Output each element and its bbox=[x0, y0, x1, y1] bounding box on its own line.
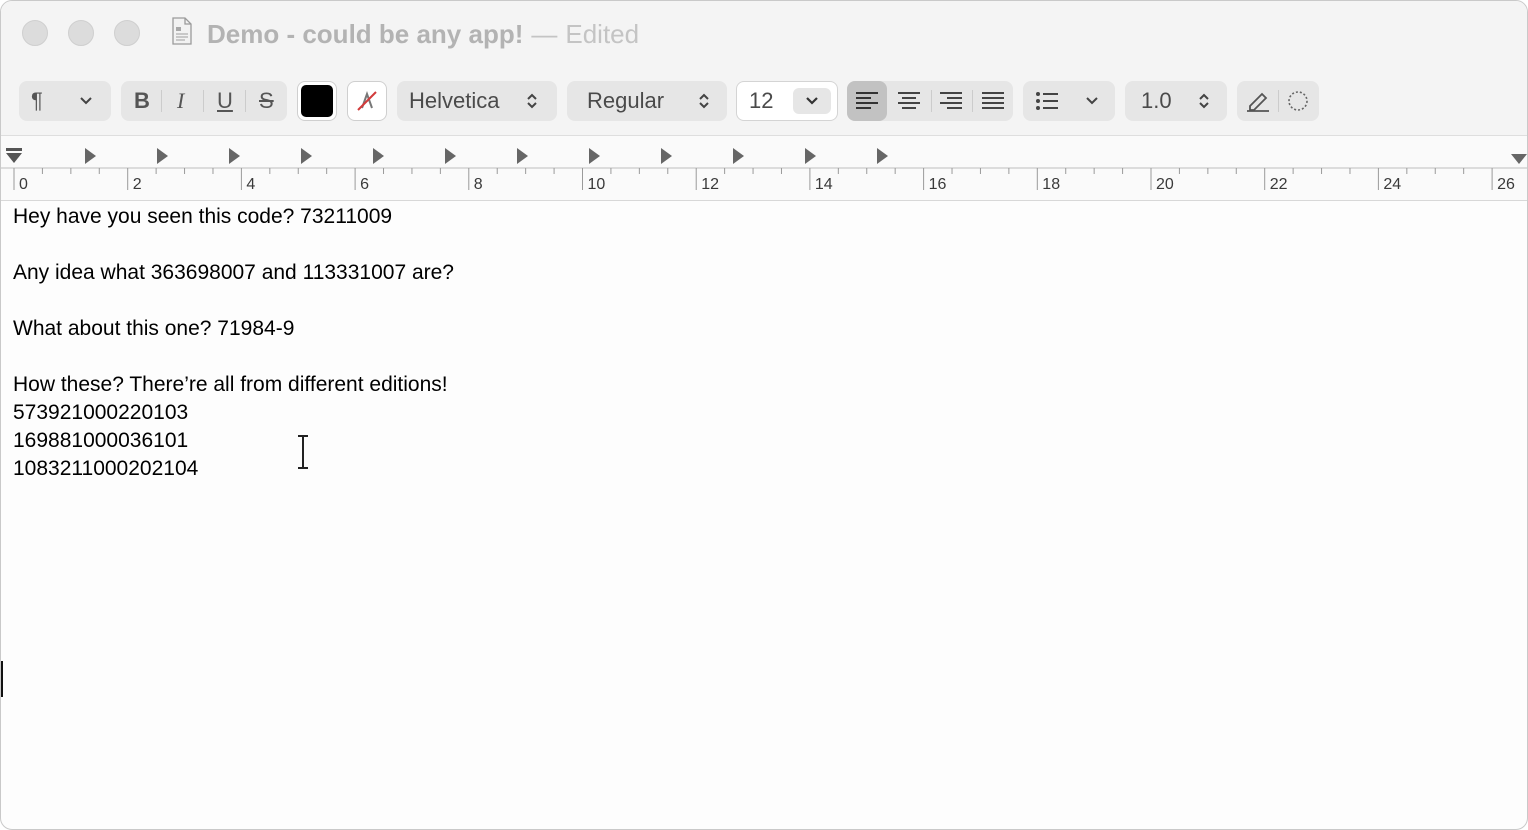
ruler-label: 10 bbox=[587, 176, 606, 193]
tab-stop-marker[interactable] bbox=[733, 148, 744, 164]
document-name: Demo - could be any app! bbox=[207, 19, 524, 49]
ruler[interactable]: 0 2 4 6 8 10 12 14 16 18 20 22 24 26 bbox=[1, 136, 1527, 201]
tab-stop-marker[interactable] bbox=[85, 148, 96, 164]
tab-stop-marker[interactable] bbox=[589, 148, 600, 164]
align-center-icon bbox=[898, 92, 920, 109]
text-line bbox=[13, 231, 1513, 259]
ruler-markings bbox=[1, 148, 1527, 190]
ibeam-cursor-icon bbox=[298, 435, 308, 469]
alignment-group bbox=[847, 81, 1013, 121]
chevron-down-icon bbox=[80, 97, 92, 105]
chevron-down-icon bbox=[806, 97, 818, 105]
app-window: Demo - could be any app! — Edited ¶ B I U … bbox=[0, 0, 1528, 830]
no-color-icon bbox=[357, 91, 377, 111]
ruler-label: 18 bbox=[1042, 176, 1061, 193]
background-color-well[interactable] bbox=[347, 81, 387, 121]
ruler-label: 26 bbox=[1497, 176, 1515, 193]
chevron-updown-icon bbox=[1199, 93, 1209, 109]
tab-stop-marker[interactable] bbox=[661, 148, 672, 164]
text-style-group: B I U S bbox=[121, 81, 287, 121]
close-window-button[interactable] bbox=[22, 20, 48, 46]
title-toolbar-area: Demo - could be any app! — Edited ¶ B I U … bbox=[1, 1, 1527, 136]
font-size-combobox[interactable]: 12 bbox=[736, 81, 838, 121]
align-left-icon bbox=[856, 92, 878, 109]
text-color-swatch bbox=[301, 85, 333, 117]
chevron-updown-icon bbox=[527, 93, 537, 109]
paragraph-style-popup[interactable]: ¶ bbox=[19, 81, 111, 121]
text-line: What about this one? 71984-9 bbox=[13, 317, 295, 340]
tab-stop-marker[interactable] bbox=[805, 148, 816, 164]
align-right-icon bbox=[940, 92, 962, 109]
ruler-label: 2 bbox=[132, 176, 142, 193]
align-right-button[interactable] bbox=[931, 81, 971, 121]
text-line: 573921000220103 bbox=[13, 401, 189, 424]
edited-status: Edited bbox=[565, 19, 640, 49]
right-margin-marker[interactable] bbox=[1511, 154, 1527, 164]
markup-group bbox=[1237, 81, 1319, 121]
align-left-button[interactable] bbox=[847, 81, 887, 121]
bulleted-list-icon bbox=[1036, 92, 1058, 110]
text-color-well[interactable] bbox=[297, 81, 337, 121]
font-family-popup[interactable]: Helvetica bbox=[397, 81, 557, 121]
ruler-label: 6 bbox=[360, 176, 369, 193]
ruler-label: 8 bbox=[473, 176, 483, 193]
justify-button[interactable] bbox=[973, 81, 1013, 121]
text-line: Hey have you seen this code? 73211009 bbox=[13, 205, 393, 228]
tab-stop-marker[interactable] bbox=[445, 148, 456, 164]
indent-marker[interactable] bbox=[6, 148, 22, 163]
tab-stop-marker[interactable] bbox=[157, 148, 168, 164]
tab-stop-marker[interactable] bbox=[229, 148, 240, 164]
ruler-label: 12 bbox=[701, 176, 719, 193]
chevron-down-icon bbox=[1086, 97, 1098, 105]
window-title[interactable]: Demo - could be any app! — Edited bbox=[207, 17, 639, 51]
font-style-popup[interactable]: Regular bbox=[567, 81, 727, 121]
font-size-value: 12 bbox=[749, 88, 774, 113]
ruler-label: 22 bbox=[1269, 176, 1288, 193]
paragraph-icon: ¶ bbox=[31, 88, 43, 113]
highlight-pen-icon[interactable] bbox=[1245, 89, 1271, 113]
zoom-window-button[interactable] bbox=[114, 20, 140, 46]
text-line bbox=[13, 287, 1513, 315]
text-line: 1083211000202104 bbox=[13, 457, 199, 480]
line-spacing-value: 1.0 bbox=[1141, 88, 1172, 113]
ruler-label: 4 bbox=[246, 176, 256, 193]
list-style-popup[interactable] bbox=[1023, 81, 1115, 121]
italic-button[interactable]: I bbox=[177, 81, 184, 121]
tab-stop-marker[interactable] bbox=[877, 148, 888, 164]
strikethrough-button[interactable]: S bbox=[259, 81, 274, 121]
title-separator: — bbox=[531, 19, 558, 49]
text-caret bbox=[1, 661, 3, 697]
ruler-label: 16 bbox=[928, 176, 947, 193]
text-line: How these? There’re all from different e… bbox=[13, 373, 448, 396]
bold-button[interactable]: B bbox=[134, 81, 150, 121]
text-line bbox=[13, 343, 1513, 371]
text-line: 169881000036101 bbox=[13, 429, 189, 452]
document-text-area[interactable]: Hey have you seen this code? 73211009 Any… bbox=[13, 203, 1513, 483]
ruler-label: 0 bbox=[19, 176, 28, 193]
underline-button[interactable]: U bbox=[217, 81, 233, 121]
ruler-label: 14 bbox=[814, 176, 833, 193]
document-icon[interactable] bbox=[171, 17, 193, 45]
tab-stop-marker[interactable] bbox=[373, 148, 384, 164]
chevron-updown-icon bbox=[699, 93, 709, 109]
font-family-value: Helvetica bbox=[409, 88, 500, 113]
font-style-value: Regular bbox=[587, 88, 665, 113]
text-line: Any idea what 363698007 and 113331007 ar… bbox=[13, 261, 454, 284]
ruler-label: 24 bbox=[1383, 176, 1402, 193]
justify-icon bbox=[982, 92, 1004, 109]
ruler-label: 20 bbox=[1156, 176, 1174, 193]
line-spacing-popup[interactable]: 1.0 bbox=[1125, 81, 1227, 121]
align-center-button[interactable] bbox=[889, 81, 929, 121]
tab-stop-marker[interactable] bbox=[301, 148, 312, 164]
dotted-circle-icon[interactable] bbox=[1287, 90, 1309, 112]
tab-stop-marker[interactable] bbox=[517, 148, 528, 164]
minimize-window-button[interactable] bbox=[68, 20, 94, 46]
font-size-dropdown-button[interactable] bbox=[793, 88, 831, 114]
